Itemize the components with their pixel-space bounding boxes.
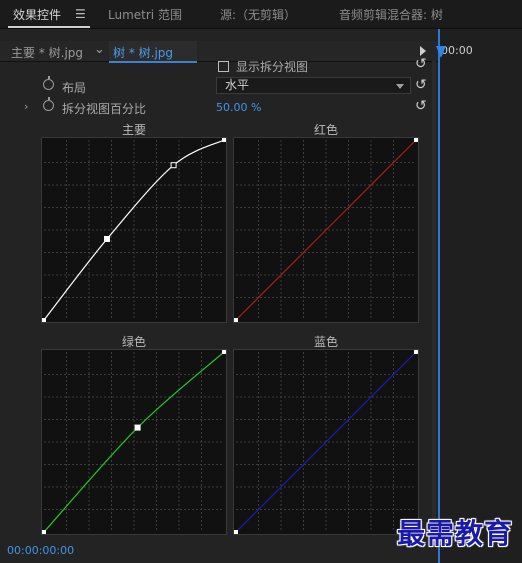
tab-lumetri-scopes[interactable]: Lumetri 范围 xyxy=(108,6,182,23)
curve-graph-blue[interactable] xyxy=(233,349,419,535)
layout-dropdown[interactable]: 水平 xyxy=(216,77,411,94)
playhead-icon[interactable] xyxy=(436,46,446,58)
layout-value: 水平 xyxy=(225,78,250,92)
stopwatch-icon[interactable] xyxy=(43,76,54,90)
curve-title-red: 红色 xyxy=(313,123,338,137)
reset-icon[interactable]: ↺ xyxy=(415,77,427,93)
curve-graph-green[interactable] xyxy=(41,349,227,535)
chevron-down-icon[interactable]: ⌄ xyxy=(94,42,105,57)
layout-row: 布局 水平 ↺ xyxy=(0,76,438,96)
curve-control-point xyxy=(414,350,418,354)
split-view-checkbox[interactable] xyxy=(218,61,229,72)
tab-source[interactable]: 源:（无剪辑） xyxy=(220,6,296,23)
curve-control-point xyxy=(104,236,110,242)
curve-control-point xyxy=(42,318,46,322)
curve-control-point xyxy=(222,138,226,142)
split-percent-label: 拆分视图百分比 xyxy=(62,102,147,116)
reset-icon[interactable]: ↺ xyxy=(415,98,427,114)
clip-selector-bar: 主要 * 树.jpg ⌄ 树 * 树.jpg xyxy=(0,41,438,63)
curve-control-point xyxy=(414,138,418,142)
panel-menu-icon[interactable]: ☰ xyxy=(75,7,86,21)
layout-label: 布局 xyxy=(62,81,87,95)
master-clip-label[interactable]: 主要 * 树.jpg xyxy=(11,44,83,61)
curve-graph-master[interactable] xyxy=(41,137,227,323)
curve-control-point xyxy=(170,162,177,169)
stopwatch-icon[interactable] xyxy=(43,97,54,111)
panel-tab-bar: 效果控件 ☰ Lumetri 范围 源:（无剪辑） 音频剪辑混合器: 树 xyxy=(0,0,522,29)
current-timecode[interactable]: 00:00:00:00 xyxy=(7,544,74,557)
curve-control-point xyxy=(234,318,238,322)
reset-icon[interactable]: ↺ xyxy=(415,56,427,72)
watermark-text: 最需教育 xyxy=(397,517,514,550)
curve-title-master: 主要 xyxy=(121,123,146,137)
tab-audio-clip-mixer[interactable]: 音频剪辑混合器: 树 xyxy=(339,6,443,23)
curve-title-blue: 蓝色 xyxy=(313,335,338,349)
expand-arrow-icon[interactable]: › xyxy=(24,100,28,113)
split-percent-row: › 拆分视图百分比 50.00 % ↺ xyxy=(0,97,438,117)
tab-effect-controls[interactable]: 效果控件 xyxy=(13,6,61,23)
curve-control-point xyxy=(42,530,46,534)
curve-title-green: 绿色 xyxy=(121,335,146,349)
timeline-area xyxy=(438,29,522,563)
play-triangle-icon[interactable] xyxy=(420,46,426,56)
split-view-label: 显示拆分视图 xyxy=(236,60,309,74)
curve-control-point xyxy=(222,350,226,354)
curve-control-point xyxy=(234,530,238,534)
chevron-down-icon xyxy=(396,84,404,89)
split-percent-value[interactable]: 50.00 % xyxy=(216,101,261,114)
active-tab-indicator xyxy=(8,26,90,28)
active-clip-label[interactable]: 树 * 树.jpg xyxy=(113,44,173,61)
vertical-scrollbar[interactable] xyxy=(432,61,436,541)
curve-control-point xyxy=(134,424,141,431)
curve-graph-red[interactable] xyxy=(233,137,419,323)
